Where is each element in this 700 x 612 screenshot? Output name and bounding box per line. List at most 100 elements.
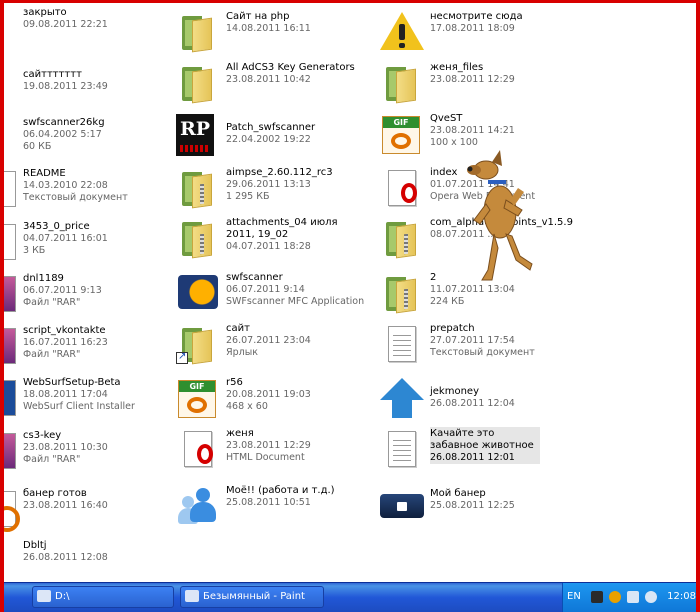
desktop-item[interactable]: WebSurfSetup-Beta 18.08.2011 17:04 WebSurf… xyxy=(0,376,135,426)
desktop-item[interactable]: Мой банер 25.08.2011 12:25 xyxy=(380,484,515,534)
desktop-item[interactable]: swfscanner 06.07.2011 9:14 SWFscanner MFC … xyxy=(176,271,364,321)
item-name: WebSurfSetup-Beta xyxy=(23,377,121,388)
desktop-item[interactable]: attachments_04 июля 2011, 19_02 04.07.201… xyxy=(176,216,364,266)
item-name: swfscanner xyxy=(226,272,283,283)
item-date: 23.08.2011 16:40 xyxy=(23,500,108,511)
item-date: 06.07.2011 9:14 xyxy=(226,284,305,295)
text-document-icon xyxy=(380,322,424,366)
desktop-item[interactable]: aimpse_2.60.112_rc3 29.06.2011 13:13 1 295… xyxy=(176,166,333,216)
opera-document-icon xyxy=(380,166,424,210)
desktop-item[interactable]: несмотрите сюда 17.08.2011 18:09 xyxy=(380,10,523,60)
item-date: 18.08.2011 17:04 xyxy=(23,389,108,400)
zip-folder-icon xyxy=(380,271,424,315)
text-document-icon xyxy=(0,220,22,264)
item-date: 23.08.2011 12:29 xyxy=(430,74,515,85)
desktop-item[interactable]: сайттттттт 19.08.2011 23:49 xyxy=(0,68,108,118)
item-name: jekmoney xyxy=(430,386,479,397)
item-date: 06.07.2011 9:13 xyxy=(23,285,102,296)
desktop-item[interactable]: swfscanner26kg 06.04.2002 5:17 60 КБ xyxy=(0,116,105,166)
warning-icon xyxy=(380,10,424,54)
network-icon[interactable] xyxy=(627,591,639,603)
item-name: Мой банер xyxy=(430,488,486,499)
folder-icon xyxy=(0,68,22,112)
dancing-dog-icon[interactable] xyxy=(460,140,540,290)
item-meta: HTML Document xyxy=(226,452,305,463)
item-date: 27.07.2011 17:54 xyxy=(430,335,515,346)
item-date: 23.08.2011 12:29 xyxy=(226,440,311,451)
item-name: All AdCS3 Key Generators xyxy=(226,62,355,73)
item-date: 22.04.2002 19:22 xyxy=(226,134,311,145)
folder-icon xyxy=(380,61,424,105)
folder-icon xyxy=(176,61,220,105)
desktop-item[interactable]: prepatch 27.07.2011 17:54 Текстовый докуме… xyxy=(380,322,535,372)
lock-banner-icon xyxy=(380,484,424,528)
folder-icon xyxy=(0,539,22,582)
text-document-icon xyxy=(0,167,22,211)
desktop-item[interactable]: сайт26.07.2011 23:04Ярлык xyxy=(176,322,311,372)
item-name: swfscanner26kg xyxy=(23,117,105,128)
item-name: Patch_swfscanner xyxy=(226,122,316,133)
desktop-item[interactable]: RP Patch_swfscanner 22.04.2002 19:22 xyxy=(176,112,315,162)
desktop-item[interactable]: script_vkontakte 16.07.2011 16:23 Файл "RA… xyxy=(0,324,108,374)
desktop-item[interactable]: dnl1189 06.07.2011 9:13 Файл "RAR" xyxy=(0,272,102,322)
item-date: 14.03.2010 22:08 xyxy=(23,180,108,191)
item-date: 26.08.2011 12:04 xyxy=(430,398,515,409)
item-name: Сайт на php xyxy=(226,11,290,22)
item-date: 29.06.2011 13:13 xyxy=(226,179,311,190)
paint-icon xyxy=(185,590,199,602)
tray-app-icon[interactable] xyxy=(591,591,603,603)
desktop-item[interactable]: закрыто 09.08.2011 22:21 xyxy=(0,6,108,56)
language-indicator[interactable]: EN xyxy=(567,591,581,602)
item-name: prepatch xyxy=(430,323,475,334)
folder-icon xyxy=(0,6,22,50)
text-document-icon xyxy=(380,427,424,471)
item-name: aimpse_2.60.112_rc3 xyxy=(226,167,333,178)
desktop-item[interactable]: jekmoney 26.08.2011 12:04 xyxy=(380,378,515,428)
system-tray: EN 12:08 xyxy=(562,583,700,612)
desktop-item[interactable]: банер готов 23.08.2011 16:40 xyxy=(0,487,108,537)
item-name: сайт xyxy=(226,323,250,334)
item-name: Dbltj xyxy=(23,540,47,551)
desktop-item[interactable]: женя 23.08.2011 12:29 HTML Document xyxy=(176,427,311,477)
item-date: 04.07.2011 16:01 xyxy=(23,233,108,244)
item-meta: 60 КБ xyxy=(23,141,52,152)
item-name: банер готов xyxy=(23,488,87,499)
item-meta: Текстовый документ xyxy=(23,192,128,203)
clock[interactable]: 12:08 xyxy=(667,591,696,602)
desktop-item[interactable]: Dbltj 26.08.2011 12:08 xyxy=(0,539,108,582)
taskbar-item-paint[interactable]: Безымянный - Paint xyxy=(180,586,324,608)
item-name: Моё!! (работа и т.д.) xyxy=(226,485,335,496)
desktop-item[interactable]: cs3-key 23.08.2011 10:30 Файл "RAR" xyxy=(0,429,108,479)
desktop-item-selected[interactable]: Качайте это забавное животное 26.08.2011 … xyxy=(380,427,540,477)
rar-archive-icon xyxy=(0,272,22,316)
desktop-item[interactable]: All AdCS3 Key Generators 23.08.2011 10:42 xyxy=(176,61,355,111)
item-date: 23.08.2011 10:30 xyxy=(23,442,108,453)
taskbar-item-drive[interactable]: D:\ xyxy=(32,586,174,608)
tray-media-icon[interactable] xyxy=(609,591,621,603)
item-date: 16.07.2011 16:23 xyxy=(23,337,108,348)
desktop-item[interactable]: женя_files 23.08.2011 12:29 xyxy=(380,61,515,111)
item-name: QveST xyxy=(430,113,463,124)
desktop-item[interactable]: GIF r56 20.08.2011 19:03 468 x 60 xyxy=(176,376,311,426)
desktop-item[interactable]: Сайт на php 14.08.2011 16:11 xyxy=(176,10,311,60)
zip-folder-icon xyxy=(176,166,220,210)
folder-icon xyxy=(176,10,220,54)
item-date: 23.08.2011 14:21 xyxy=(430,125,515,136)
zip-folder-icon xyxy=(380,216,424,260)
item-date: 26.07.2011 23:04 xyxy=(226,335,311,346)
desktop-item[interactable]: 3453_0_price 04.07.2011 16:01 3 КБ xyxy=(0,220,108,270)
item-date: 25.08.2011 10:51 xyxy=(226,497,311,508)
rar-archive-icon xyxy=(0,429,22,473)
rar-archive-icon xyxy=(0,324,22,368)
item-name: 3453_0_price xyxy=(23,221,90,232)
swf-application-icon xyxy=(176,271,220,315)
volume-icon[interactable] xyxy=(645,591,657,603)
item-date: 14.08.2011 16:11 xyxy=(226,23,311,34)
opera-document-icon xyxy=(176,427,220,471)
item-name: женя xyxy=(226,428,254,439)
desktop-item[interactable]: README 14.03.2010 22:08 Текстовый документ xyxy=(0,167,128,217)
item-meta: 3 КБ xyxy=(23,245,46,256)
messenger-people-icon xyxy=(176,484,220,528)
item-name: README xyxy=(23,168,66,179)
desktop-item[interactable]: Моё!! (работа и т.д.) 25.08.2011 10:51 xyxy=(176,484,335,534)
